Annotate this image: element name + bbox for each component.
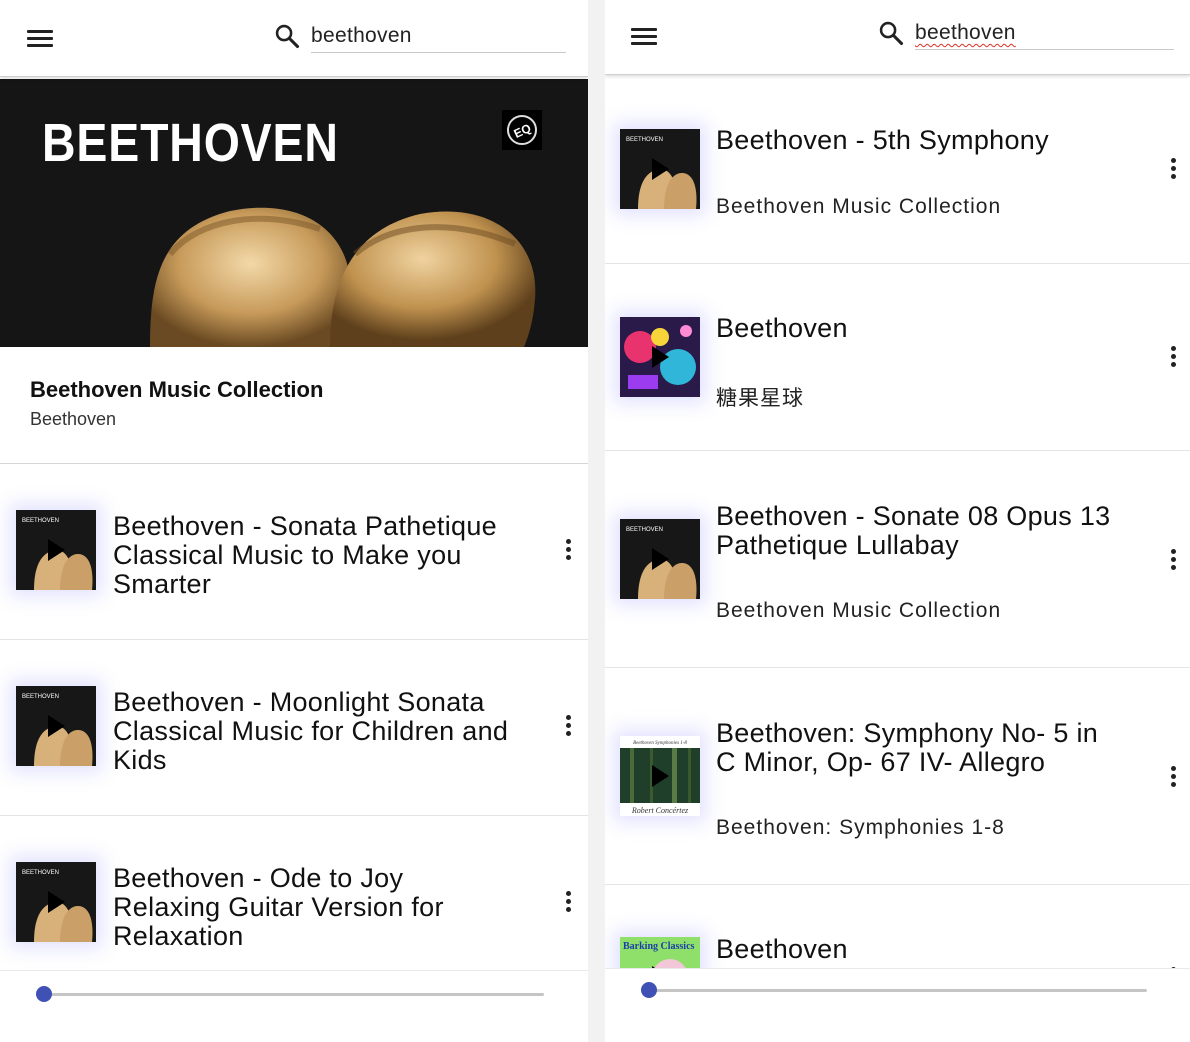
menu-icon[interactable] [631, 26, 657, 46]
top-app-bar: beethoven [0, 0, 588, 77]
seek-bar[interactable] [44, 993, 544, 996]
barking-art-text: Barking Classics [623, 941, 695, 952]
top-app-bar: beethoven [605, 0, 1190, 75]
play-icon [652, 765, 669, 787]
track-title-line: Kids [113, 745, 167, 775]
track-title-line: Relaxation [113, 921, 244, 951]
seek-knob[interactable] [36, 986, 52, 1002]
album-title: Beethoven Music Collection [30, 377, 324, 402]
search-input-value: beethoven [311, 24, 412, 47]
track-thumbnail[interactable]: BEETHOVEN [16, 510, 96, 590]
track-title-line: Beethoven - Moonlight Sonata [113, 687, 485, 717]
more-vert-icon[interactable] [1170, 766, 1178, 788]
player-bar [605, 968, 1190, 1042]
search-input[interactable]: beethoven [915, 19, 1174, 50]
track-row[interactable]: BEETHOVEN Beethoven - Sonate 08 Opus 13 … [605, 451, 1190, 668]
seek-knob[interactable] [641, 982, 657, 998]
track-title-line: Beethoven: Symphony No- 5 in [716, 718, 1099, 748]
right-panel: beethoven BEETHOVEN Beethoven - 5th Symp… [605, 0, 1190, 1042]
more-vert-icon[interactable] [565, 539, 573, 561]
track-row[interactable]: BEETHOVEN Beethoven - Moonlight Sonata C… [0, 640, 588, 816]
left-panel: beethoven BEETHOVEN EQ Beethoven Music C… [0, 0, 588, 1042]
track-thumbnail[interactable]: BEETHOVEN [16, 862, 96, 942]
track-title-line: Pathetique Lullabay [716, 530, 959, 560]
track-row[interactable]: Beethoven 糖果星球 [605, 264, 1190, 451]
track-title: Beethoven - Sonate 08 Opus 13 Pathetique… [716, 502, 1156, 560]
track-thumbnail[interactable] [620, 317, 700, 397]
play-icon [652, 158, 669, 180]
track-thumbnail[interactable]: Beethoven Symphonies 1-8 Robert Concérte… [620, 736, 700, 816]
svg-text:BEETHOVEN: BEETHOVEN [626, 527, 663, 533]
track-title-line: C Minor, Op- 67 IV- Allegro [716, 747, 1046, 777]
player-bar [0, 970, 588, 1042]
search-icon[interactable] [877, 19, 905, 47]
track-subtitle: Beethoven: Symphonies 1-8 [716, 816, 1005, 839]
track-title-line: Beethoven [716, 313, 848, 343]
track-title-line: Beethoven - Sonate 08 Opus 13 [716, 501, 1111, 531]
banner-title-text: BEETHOVEN [42, 113, 339, 173]
eq-logo: EQ [502, 110, 542, 150]
track-title: Beethoven - Moonlight Sonata Classical M… [113, 688, 553, 775]
track-title-line: Classical Music to Make you [113, 540, 462, 570]
track-title-line: Relaxing Guitar Version for [113, 892, 444, 922]
track-thumbnail[interactable]: BEETHOVEN [620, 519, 700, 599]
track-thumbnail[interactable]: BEETHOVEN [620, 129, 700, 209]
track-title: Beethoven: Symphony No- 5 in C Minor, Op… [716, 719, 1156, 777]
track-subtitle: 糖果星球 [716, 387, 804, 410]
play-icon [48, 539, 65, 561]
track-title: Beethoven [716, 314, 1156, 343]
svg-text:BEETHOVEN: BEETHOVEN [22, 870, 59, 876]
track-subtitle: Beethoven Music Collection [716, 195, 1002, 218]
track-title-line: Beethoven [716, 934, 848, 964]
track-subtitle: Beethoven Music Collection [716, 599, 1002, 622]
more-vert-icon[interactable] [1170, 346, 1178, 368]
svg-text:BEETHOVEN: BEETHOVEN [22, 518, 59, 524]
track-row[interactable]: BEETHOVEN Beethoven - 5th Symphony Beeth… [605, 75, 1190, 264]
menu-icon[interactable] [27, 28, 53, 48]
track-title: Beethoven - 5th Symphony [716, 126, 1156, 155]
play-icon [652, 548, 669, 570]
track-row[interactable]: BEETHOVEN Beethoven - Ode to Joy Relaxin… [0, 816, 588, 992]
seek-bar[interactable] [649, 989, 1147, 992]
track-title-line: Beethoven - Sonata Pathetique [113, 511, 497, 541]
svg-text:BEETHOVEN: BEETHOVEN [626, 137, 663, 143]
track-row[interactable]: Beethoven Symphonies 1-8 Robert Concérte… [605, 668, 1190, 885]
track-thumbnail[interactable]: BEETHOVEN [16, 686, 96, 766]
play-icon [652, 346, 669, 368]
track-title-line: Smarter [113, 569, 212, 599]
track-row[interactable]: BEETHOVEN Beethoven - Sonata Pathetique … [0, 464, 588, 640]
search-icon[interactable] [273, 22, 301, 50]
album-cover-banner: BEETHOVEN EQ [0, 79, 588, 347]
more-vert-icon[interactable] [1170, 549, 1178, 571]
forest-art-bottom-text: Robert Concértez [631, 806, 689, 815]
play-icon [48, 715, 65, 737]
search-input-value: beethoven [915, 21, 1016, 44]
track-title: Beethoven - Sonata Pathetique Classical … [113, 512, 553, 599]
forest-art-top-text: Beethoven Symphonies 1-8 [633, 741, 687, 746]
album-info-card: Beethoven Music Collection Beethoven [0, 347, 588, 464]
track-title: Beethoven - Ode to Joy Relaxing Guitar V… [113, 864, 553, 951]
album-artist: Beethoven [30, 409, 117, 429]
svg-text:BEETHOVEN: BEETHOVEN [22, 694, 59, 700]
track-title-line: Beethoven - 5th Symphony [716, 125, 1049, 155]
track-title-line: Classical Music for Children and [113, 716, 509, 746]
more-vert-icon[interactable] [1170, 158, 1178, 180]
eq-logo-text: EQ [512, 121, 534, 141]
more-vert-icon[interactable] [565, 715, 573, 737]
search-input[interactable]: beethoven [311, 22, 566, 53]
more-vert-icon[interactable] [565, 891, 573, 913]
track-title: Beethoven [716, 935, 1156, 964]
play-icon [48, 891, 65, 913]
track-title-line: Beethoven - Ode to Joy [113, 863, 404, 893]
